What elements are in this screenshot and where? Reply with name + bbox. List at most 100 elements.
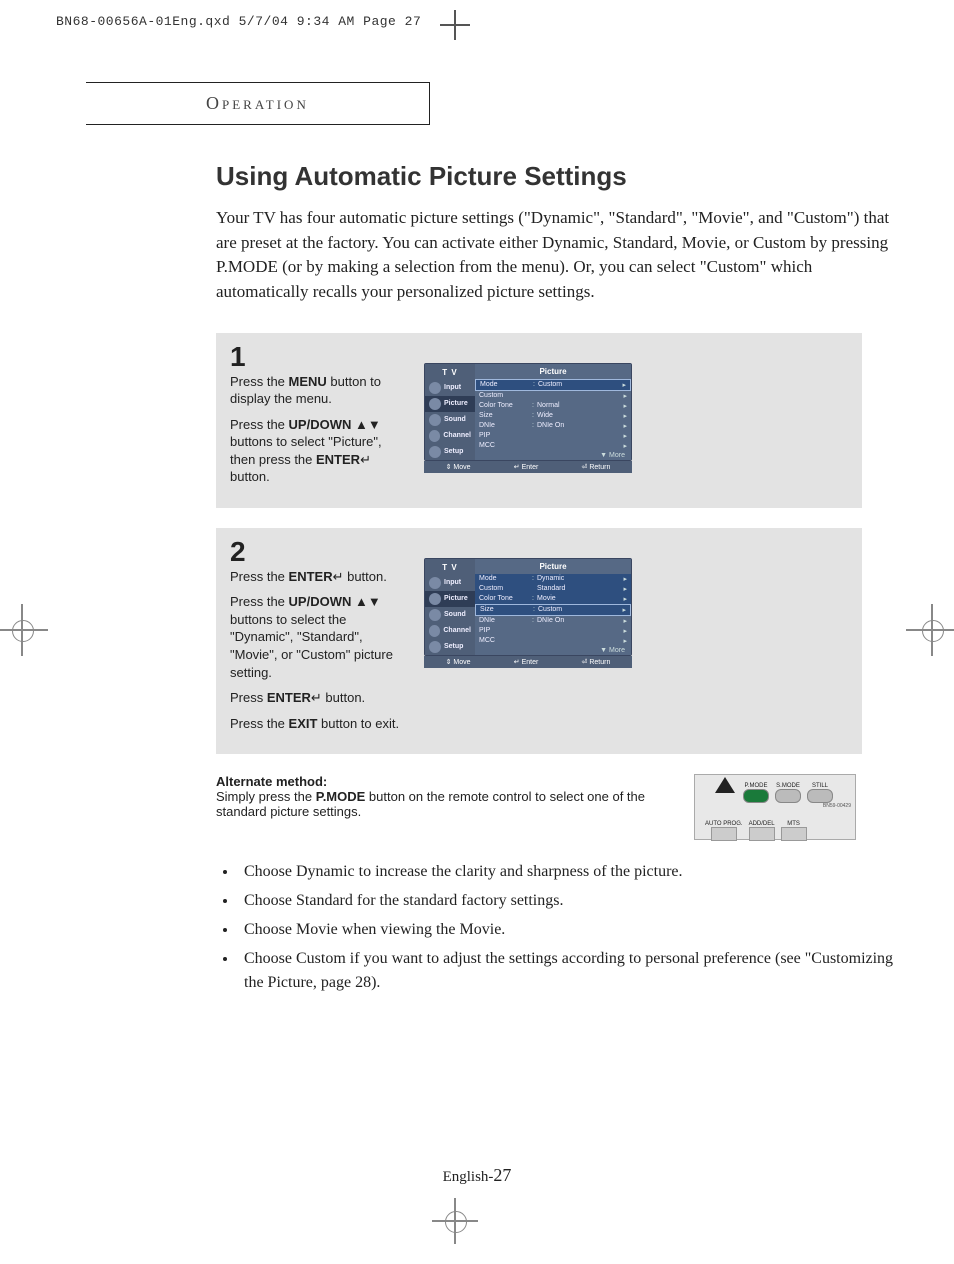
text-bold: UP/DOWN (289, 417, 352, 432)
print-header: BN68-00656A-01Eng.qxd 5/7/04 9:34 AM Pag… (56, 14, 421, 29)
chevron-right-icon: ▸ (619, 392, 627, 400)
osd-nav-item: Input (425, 380, 475, 396)
osd-nav-label: Sound (444, 611, 466, 618)
step-number: 2 (230, 538, 406, 566)
text: Press the (230, 569, 289, 584)
step-number: 1 (230, 343, 406, 371)
step-2: 2 Press the ENTER↵ button. Press the UP/… (216, 528, 862, 754)
registration-mark-icon (440, 1206, 470, 1236)
osd-row: MCC▸ (475, 441, 631, 451)
osd-colon: : (529, 575, 537, 582)
osd-colon: : (529, 402, 537, 409)
chevron-right-icon: ▸ (619, 442, 627, 450)
remote-button-shape-icon (807, 789, 833, 803)
osd-row: Mode:Dynamic▸ (475, 574, 631, 584)
osd-row: Color Tone:Movie▸ (475, 594, 631, 604)
osd-key: Custom (479, 392, 529, 399)
nav-icon (429, 625, 440, 637)
osd-value: DNIe On (537, 422, 619, 429)
osd-nav-item: Input (425, 575, 475, 591)
osd-colon: : (529, 422, 537, 429)
osd-nav-label: Channel (443, 627, 471, 634)
osd-key: Color Tone (479, 402, 529, 409)
osd-row: Size:Custom▸ (475, 604, 631, 616)
text-bold: ENTER (267, 690, 311, 705)
osd-nav-item: Channel (425, 428, 475, 444)
osd-foot-item: ↵ Enter (514, 463, 539, 471)
alternate-method: Alternate method: Simply press the P.MOD… (216, 774, 856, 840)
osd-key: PIP (479, 432, 529, 439)
osd-row: Color Tone:Normal▸ (475, 401, 631, 411)
osd-value: Standard (537, 585, 619, 592)
text: button to exit. (317, 716, 399, 731)
osd-foot-item: ⇕ Move (446, 463, 471, 471)
osd-value: DNIe On (537, 617, 619, 624)
alternate-heading: Alternate method: (216, 774, 327, 789)
remote-button-shape-icon (775, 789, 801, 803)
osd-value: Dynamic (537, 575, 619, 582)
text: Simply press the (216, 789, 316, 804)
nav-icon (429, 398, 441, 410)
text: ↵ button. (333, 569, 387, 584)
osd-colon: : (529, 617, 537, 624)
osd-row: MCC▸ (475, 636, 631, 646)
text-bold: ENTER (316, 452, 360, 467)
chevron-right-icon: ▸ (619, 575, 627, 583)
osd-foot-item: ⏎ Return (582, 463, 611, 471)
remote-button: P.MODE (743, 783, 769, 803)
text: Press the (230, 374, 289, 389)
step-text: Press the ENTER↵ button. Press the UP/DO… (230, 568, 406, 732)
nav-icon (429, 641, 441, 653)
osd-colon: : (530, 606, 538, 613)
osd-key: Mode (480, 381, 530, 388)
remote-button-shape-icon (781, 827, 807, 841)
osd-nav-item: Picture (425, 591, 475, 607)
osd-row: DNIe:DNIe On▸ (475, 616, 631, 626)
osd-foot-item: ↵ Enter (514, 658, 539, 666)
osd-key: Custom (479, 585, 529, 592)
page-title: Using Automatic Picture Settings (216, 161, 896, 192)
list-item: Choose Standard for the standard factory… (238, 889, 896, 914)
osd-nav-item: Sound (425, 412, 475, 428)
osd-key: Size (480, 606, 530, 613)
nav-icon (429, 430, 440, 442)
osd-screenshot-1: T VInputPictureSoundChannelSetupPictureM… (424, 363, 632, 494)
osd-key: Color Tone (479, 595, 529, 602)
crop-mark-icon (440, 10, 470, 40)
list-item: Choose Dynamic to increase the clarity a… (238, 860, 896, 885)
osd-value: Wide (537, 412, 619, 419)
chevron-right-icon: ▸ (619, 402, 627, 410)
remote-button: ADD/DEL (749, 821, 775, 841)
remote-button-shape-icon (743, 789, 769, 803)
remote-serial: BN59-00429 (823, 803, 851, 809)
osd-footer: ⇕ Move ↵ Enter ⏎ Return (424, 461, 632, 473)
osd-foot-item: ⇕ Move (446, 658, 471, 666)
text: ↵ button. (311, 690, 365, 705)
nav-icon (429, 593, 441, 605)
osd-value: Custom (538, 381, 618, 388)
osd-row: PIP ▸ (475, 431, 631, 441)
intro-paragraph: Your TV has four automatic picture setti… (216, 206, 896, 305)
text: English- (443, 1169, 494, 1185)
remote-button: STILL (807, 783, 833, 803)
chevron-right-icon: ▸ (619, 432, 627, 440)
osd-foot-item: ⏎ Return (582, 658, 611, 666)
osd-nav-label: Input (444, 384, 461, 391)
osd-more: ▼ More (475, 646, 631, 655)
osd-key: DNIe (479, 617, 529, 624)
osd-tv-label: T V (425, 563, 475, 572)
text: Press (230, 690, 267, 705)
nav-icon (429, 382, 441, 394)
triangle-icon (715, 777, 735, 793)
osd-colon: : (529, 595, 537, 602)
remote-button: MTS (781, 821, 807, 841)
remote-button-shape-icon (749, 827, 775, 841)
text-bold: MENU (289, 374, 327, 389)
text-bold: EXIT (289, 716, 318, 731)
osd-nav-item: Setup (425, 444, 475, 460)
osd-nav-item: Sound (425, 607, 475, 623)
osd-nav-item: Channel (425, 623, 475, 639)
chevron-right-icon: ▸ (619, 585, 627, 593)
nav-icon (429, 446, 441, 458)
chevron-right-icon: ▸ (619, 412, 627, 420)
